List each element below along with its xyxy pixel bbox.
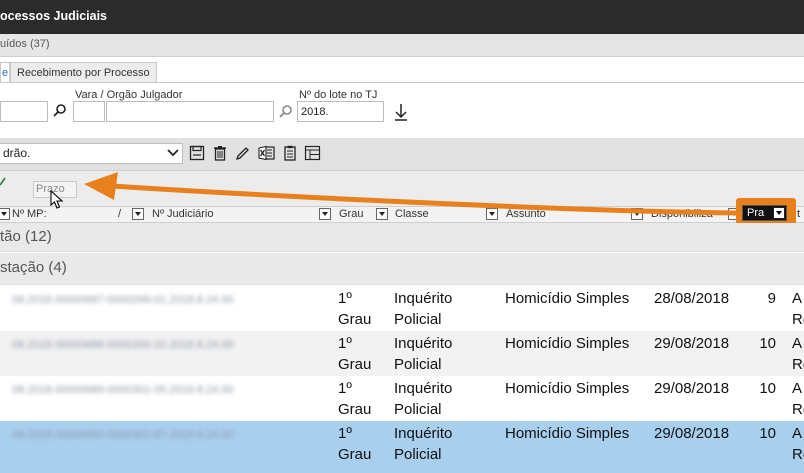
- last-cell: ARe: [792, 380, 804, 418]
- grau-cell: 1º Grau: [338, 425, 372, 463]
- group-row[interactable]: tão (12): [0, 223, 804, 252]
- trash-icon[interactable]: [212, 145, 228, 161]
- grau-cell: 1º Grau: [338, 335, 372, 373]
- column-header-pra-label: Pra: [747, 207, 765, 219]
- filter-dropdown-value: drão.: [3, 146, 31, 160]
- table-row-selected[interactable]: 08.2018.00000690-0000302-87.2018.8.24.00…: [0, 421, 804, 473]
- search-icon[interactable]: [53, 103, 67, 117]
- grau-cell: 1º Grau: [338, 380, 372, 418]
- assunto-cell: Homicídio Simples: [505, 425, 630, 442]
- subheader: uídos (37): [0, 34, 804, 57]
- table-row[interactable]: 08.2018.00000687-0000299-01.2018.8.24.00…: [0, 286, 804, 331]
- document-list-icon[interactable]: [282, 145, 298, 161]
- column-header-slash: /: [118, 208, 122, 220]
- disponibilizacao-cell: 29/08/2018: [654, 425, 730, 442]
- process-number: 08.2018.00000689-0000301-05.2018.8.24.00: [12, 384, 234, 396]
- process-number: 08.2018.00000690-0000302-87.2018.8.24.00: [12, 429, 234, 441]
- table-row[interactable]: 08.2018.00000688-0000300-20.2018.8.24.00…: [0, 331, 804, 376]
- process-number: 08.2018.00000688-0000300-20.2018.8.24.00: [12, 339, 234, 351]
- filter-button[interactable]: [0, 208, 10, 220]
- vara-code-input[interactable]: [73, 101, 105, 122]
- vara-name-input[interactable]: [106, 101, 274, 122]
- prazo-cell: 9: [767, 290, 776, 307]
- column-header-classe[interactable]: Classe: [395, 207, 429, 222]
- grau-cell: 1º Grau: [338, 290, 372, 328]
- last-cell: ARe: [792, 290, 804, 328]
- process-number: 08.2018.00000687-0000299-01.2018.8.24.00: [12, 294, 234, 306]
- column-header-disponibiliza[interactable]: Disponibiliza: [651, 207, 713, 222]
- classe-cell: Inquérito Policial: [394, 425, 453, 463]
- table-row[interactable]: 08.2018.00000689-0000301-05.2018.8.24.00…: [0, 376, 804, 421]
- last-cell: ARe: [792, 335, 804, 373]
- first-field-input[interactable]: [0, 101, 48, 122]
- excel-export-icon[interactable]: [258, 145, 275, 161]
- filter-button[interactable]: [631, 208, 643, 220]
- pencil-icon[interactable]: [235, 145, 251, 161]
- filter-button[interactable]: [376, 208, 388, 220]
- column-header-grau[interactable]: Grau: [339, 207, 363, 222]
- vara-label: Vara / Orgão Julgador: [75, 89, 183, 101]
- filter-button[interactable]: [486, 208, 498, 220]
- column-header-pra[interactable]: Pra: [742, 205, 787, 221]
- lote-label: Nº do lote no TJ: [299, 89, 378, 101]
- column-header-assunto[interactable]: Assunto: [506, 207, 546, 222]
- column-header-njudiciario[interactable]: Nº Judiciário: [152, 207, 213, 222]
- tab-active[interactable]: e: [0, 62, 10, 82]
- filter-button[interactable]: [773, 207, 785, 219]
- column-header-nmp[interactable]: Nº MP:: [12, 207, 47, 222]
- download-icon[interactable]: [393, 103, 409, 121]
- classe-cell: Inquérito Policial: [394, 290, 453, 328]
- window-title: ocessos Judiciais: [0, 9, 108, 23]
- group-row[interactable]: stação (4): [0, 253, 804, 285]
- tab-recebimento-por-processo[interactable]: Recebimento por Processo: [10, 62, 157, 82]
- disponibilizacao-cell: 28/08/2018: [654, 290, 730, 307]
- assunto-cell: Homicídio Simples: [505, 380, 630, 397]
- prazo-cell: 10: [759, 380, 776, 397]
- column-header-last[interactable]: t: [797, 207, 800, 222]
- prazo-cell: 10: [759, 335, 776, 352]
- subheader-text[interactable]: uídos (37): [0, 38, 50, 50]
- classe-cell: Inquérito Policial: [394, 380, 453, 418]
- disponibilizacao-cell: 29/08/2018: [654, 335, 730, 352]
- mouse-cursor-icon: [50, 189, 64, 215]
- filter-dropdown[interactable]: drão.: [0, 143, 183, 164]
- last-cell: ARe: [792, 425, 804, 463]
- expand-arrow-icon[interactable]: [0, 176, 6, 186]
- assunto-cell: Homicídio Simples: [505, 335, 630, 352]
- search-icon[interactable]: [279, 104, 293, 118]
- title-bar: ocessos Judiciais: [0, 0, 804, 34]
- disponibilizacao-cell: 29/08/2018: [654, 380, 730, 397]
- assunto-cell: Homicídio Simples: [505, 290, 630, 307]
- filter-button[interactable]: [319, 208, 331, 220]
- lote-input[interactable]: [297, 101, 384, 122]
- filter-button[interactable]: [132, 208, 144, 220]
- save-icon[interactable]: [189, 145, 205, 161]
- group-by-zone[interactable]: [0, 171, 804, 207]
- chevron-down-icon: [166, 147, 180, 162]
- prazo-cell: 10: [759, 425, 776, 442]
- layout-grid-icon[interactable]: [304, 145, 321, 161]
- classe-cell: Inquérito Policial: [394, 335, 453, 373]
